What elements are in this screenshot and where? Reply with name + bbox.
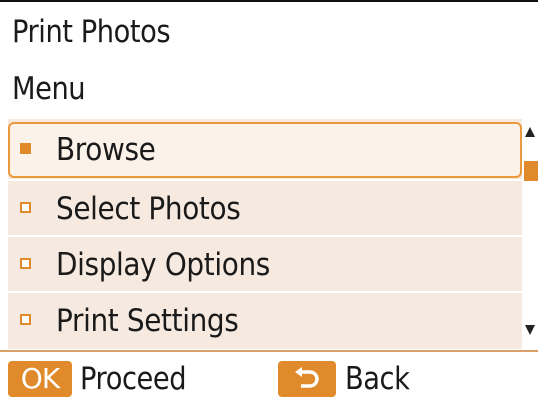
square-icon — [20, 314, 31, 325]
menu-item-label: Print Settings — [56, 303, 239, 339]
scroll-down-arrow-icon — [525, 325, 535, 335]
back-label: Back — [345, 361, 410, 397]
menu-item-browse[interactable]: Browse — [8, 122, 522, 178]
back-arrow-icon[interactable] — [278, 361, 336, 397]
top-border — [0, 0, 538, 2]
square-icon — [20, 258, 31, 269]
menu-item-display-options[interactable]: Display Options — [8, 237, 522, 293]
selected-square-icon — [20, 143, 31, 154]
scroll-thumb[interactable] — [524, 161, 538, 181]
menu-item-label: Display Options — [56, 247, 270, 283]
page-title: Print Photos — [12, 14, 171, 50]
page-subtitle: Menu — [12, 71, 86, 107]
proceed-label: Proceed — [80, 361, 187, 397]
scrollbar[interactable] — [522, 119, 538, 349]
menu-item-label: Select Photos — [56, 191, 241, 227]
menu-list: Browse Select Photos Display Options Pri… — [8, 119, 522, 349]
square-icon — [20, 202, 31, 213]
print-photos-screen: Print Photos Menu Browse Select Photos D… — [0, 0, 538, 403]
menu-item-select-photos[interactable]: Select Photos — [8, 181, 522, 237]
menu-item-print-settings[interactable]: Print Settings — [8, 293, 522, 349]
footer: OK Proceed Back — [0, 352, 538, 403]
scroll-up-arrow-icon — [525, 127, 535, 137]
menu-item-label: Browse — [56, 132, 156, 168]
ok-button-icon[interactable]: OK — [8, 361, 72, 397]
